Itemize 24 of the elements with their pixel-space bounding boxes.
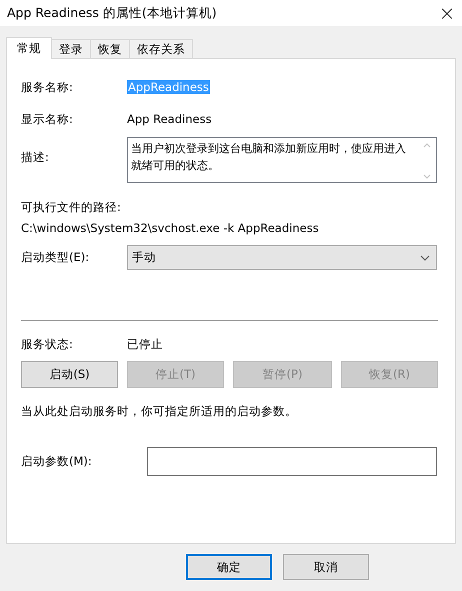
- field-label: 服务名称:: [21, 80, 74, 94]
- dialog-button[interactable]: 确定: [186, 554, 272, 580]
- field-label: 服务状态:: [21, 336, 74, 352]
- tab[interactable]: 常规: [6, 37, 52, 59]
- hint-text: 当从此处启动服务时，你可指定所适用的启动参数。: [21, 404, 298, 419]
- service-status-value: 已停止: [127, 336, 163, 352]
- display-name-value: App Readiness: [127, 112, 212, 126]
- close-button[interactable]: ×: [432, 0, 462, 26]
- field-label: 描述:: [21, 150, 50, 165]
- tab[interactable]: 恢复: [90, 39, 130, 58]
- service-name-value: AppReadiness: [127, 80, 210, 94]
- description-field[interactable]: 当用户初次登录到这台电脑和添加新应用时，使应用进入就绪可用的状态。: [127, 137, 437, 183]
- startup-type-dropdown[interactable]: 手动: [127, 245, 437, 270]
- field-label: 显示名称:: [21, 112, 74, 126]
- executable-path: C:\windows\System32\svchost.exe -k AppReadiness: [21, 221, 320, 235]
- start-parameters-field[interactable]: [147, 447, 437, 476]
- service-control-button[interactable]: 启动(S): [21, 361, 118, 388]
- tab[interactable]: 依存关系: [129, 39, 193, 58]
- dialog-button[interactable]: 取消: [283, 554, 369, 580]
- window-title: App Readiness 的属性(本地计算机): [7, 4, 217, 22]
- field-label: 可执行文件的路径:: [21, 200, 122, 215]
- field-label: 启动类型(E):: [21, 250, 90, 265]
- field-label: 启动参数(M):: [21, 454, 93, 469]
- chevron-down-icon: [420, 254, 430, 260]
